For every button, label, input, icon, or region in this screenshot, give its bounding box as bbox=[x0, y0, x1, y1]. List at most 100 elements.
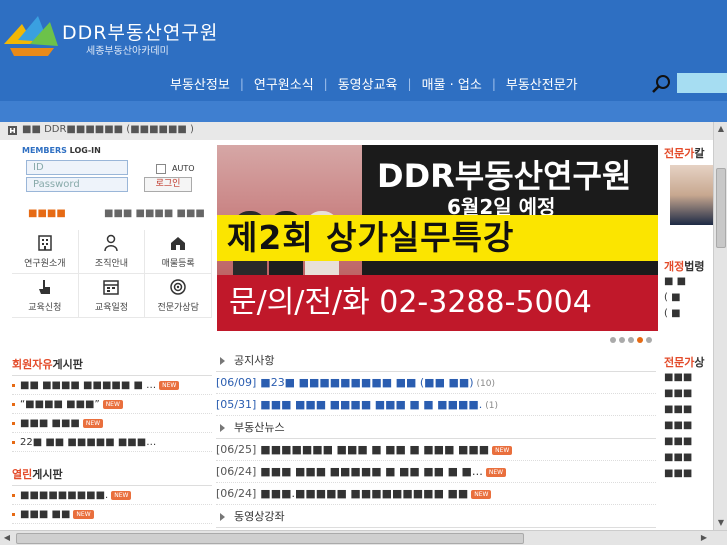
quick-item-organization[interactable]: 조직안내 bbox=[78, 230, 146, 274]
law-title-accent: 개정 bbox=[664, 260, 685, 273]
post-title: ■23■ ■■■■■■■■■ ■■ (■■ ■■) bbox=[260, 376, 474, 389]
site-title[interactable]: DDR부동산연구원 bbox=[62, 18, 218, 45]
table-row[interactable]: [06/24] ■■■.■■■■■ ■■■■■■■■■ ■■ NEW bbox=[216, 483, 656, 505]
consult-board-title[interactable]: 전문가상 bbox=[664, 354, 714, 370]
table-row[interactable]: [06/09] ■23■ ■■■■■■■■■ ■■ (■■ ■■) (10) bbox=[216, 372, 656, 394]
list-item[interactable]: ■■■ ■■ NEW bbox=[12, 505, 212, 524]
quick-label: 조직안내 bbox=[94, 259, 129, 269]
expert-title-accent: 전문가 bbox=[664, 147, 695, 160]
new-badge: NEW bbox=[111, 490, 132, 500]
banner-dot[interactable] bbox=[628, 337, 634, 343]
tab-first[interactable]: ■■■■ bbox=[28, 208, 66, 219]
banner-headline: 제2회 상가실무특강 bbox=[217, 215, 658, 261]
new-badge: NEW bbox=[492, 445, 513, 455]
free-board-title[interactable]: 회원자유게시판 bbox=[12, 356, 212, 376]
promo-banner[interactable]: DDR부동산연구원 6월2일 예정 제2회 상가실무특강 문/의/전/화 02-… bbox=[217, 145, 658, 331]
new-badge: NEW bbox=[471, 489, 492, 499]
table-row[interactable]: [06/24] ■■■ ■■■ ■■■■■ ■ ■■ ■■ ■ ■… NEW bbox=[216, 461, 656, 483]
house-icon bbox=[171, 237, 186, 250]
banner-dot[interactable] bbox=[619, 337, 625, 343]
logo-icon[interactable] bbox=[4, 14, 58, 56]
nav-item-institute-news[interactable]: 연구원소식 bbox=[244, 74, 324, 93]
new-badge: NEW bbox=[159, 380, 180, 390]
open-board-title[interactable]: 열린게시판 bbox=[12, 466, 212, 486]
quick-label: 교육일정 bbox=[94, 303, 129, 313]
list-item[interactable]: ■■■ bbox=[664, 370, 714, 386]
post-title: ■■■ ■■ bbox=[20, 509, 71, 520]
search-input[interactable] bbox=[677, 73, 727, 93]
list-item[interactable]: ■■■■■■■■■. NEW bbox=[12, 486, 212, 505]
list-item[interactable]: ■■ ■■■■ ■■■■■ ■ … NEW bbox=[12, 376, 212, 395]
nav-item-video-education[interactable]: 동영상교육 bbox=[328, 74, 408, 93]
location-text: ■■ DDR■■■■■■ (■■■■■■ ) bbox=[22, 124, 194, 135]
list-item[interactable]: 22■ ■■ ■■■■■ ■■■… bbox=[12, 433, 212, 452]
quick-menu: 연구원소개 조직안내 매물등록 교육신청 교육일정 전문가상담 bbox=[12, 230, 212, 318]
nav-item-realestate-info[interactable]: 부동산정보 bbox=[160, 74, 240, 93]
open-board-title-rest: 게시판 bbox=[32, 468, 63, 481]
list-item[interactable]: ( ■ bbox=[664, 306, 714, 322]
expert-column-title[interactable]: 전문가칼 bbox=[664, 145, 714, 161]
banner-dot[interactable] bbox=[610, 337, 616, 343]
quick-label: 전문가상담 bbox=[157, 303, 199, 313]
scroll-left-icon[interactable]: ◀ bbox=[0, 531, 14, 545]
quick-label: 교육신청 bbox=[28, 303, 62, 313]
tab-second[interactable]: ■■■ ■■■■ ■■■ bbox=[104, 208, 205, 219]
header-band bbox=[0, 101, 727, 122]
list-item[interactable]: ■■■ bbox=[664, 450, 714, 466]
nav-item-experts[interactable]: 부동산전문가 bbox=[496, 74, 588, 93]
quick-item-course-apply[interactable]: 교육신청 bbox=[12, 274, 79, 318]
pointer-icon bbox=[38, 280, 50, 294]
post-date: [06/25] bbox=[216, 443, 257, 456]
login-button[interactable]: 로그인 bbox=[144, 177, 192, 192]
login-box: MEMBERS LOG-IN ID Password AUTO 로그인 bbox=[8, 142, 212, 202]
table-row[interactable]: [05/31] ■■■ ■■■ ■■■■ ■■■ ■ ■ ■■■■. (1) bbox=[216, 394, 656, 416]
quick-tabs: ■■■■ ■■■ ■■■■ ■■■ bbox=[14, 204, 214, 224]
target-icon bbox=[170, 279, 186, 295]
list-item[interactable]: ■■■ bbox=[664, 418, 714, 434]
list-item[interactable]: ■■■ bbox=[664, 402, 714, 418]
scroll-down-icon[interactable]: ▼ bbox=[714, 516, 727, 530]
law-board-title[interactable]: 개정법령 bbox=[664, 258, 714, 274]
quick-item-course-schedule[interactable]: 교육일정 bbox=[78, 274, 146, 318]
quick-item-about[interactable]: 연구원소개 bbox=[12, 230, 79, 274]
quick-label: 매물등록 bbox=[161, 259, 195, 269]
auto-login-checkbox[interactable] bbox=[156, 164, 166, 174]
list-item[interactable]: “■■■■ ■■■” NEW bbox=[12, 395, 212, 414]
table-row[interactable]: [06/25] ■■■■■■■ ■■■ ■ ■■ ■ ■■■ ■■■ NEW bbox=[216, 439, 656, 461]
search-icon[interactable] bbox=[651, 74, 671, 94]
list-item[interactable]: ( ■ bbox=[664, 290, 714, 306]
quick-item-expert-consult[interactable]: 전문가상담 bbox=[145, 274, 212, 318]
news-title[interactable]: 부동산뉴스 bbox=[216, 417, 656, 439]
horizontal-scroll-thumb[interactable] bbox=[16, 533, 524, 544]
list-item[interactable]: ■■■ bbox=[664, 386, 714, 402]
nav-item-listings[interactable]: 매물 · 업소 bbox=[412, 74, 492, 93]
main-nav: 부동산정보 | 연구원소식 | 동영상교육 | 매물 · 업소 | 부동산전문가 bbox=[160, 74, 588, 94]
vertical-scroll-thumb[interactable] bbox=[716, 168, 726, 248]
expert-photo[interactable] bbox=[670, 165, 714, 225]
scroll-up-icon[interactable]: ▲ bbox=[714, 122, 727, 136]
consult-title-accent: 전문가 bbox=[664, 356, 695, 369]
law-title-rest: 법령 bbox=[684, 260, 705, 273]
list-item[interactable]: ■ ■ bbox=[664, 274, 714, 290]
list-item[interactable]: ■■■ bbox=[664, 434, 714, 450]
list-item[interactable]: ■■■ ■■■ NEW bbox=[12, 414, 212, 433]
notice-board: 공지사항 [06/09] ■23■ ■■■■■■■■■ ■■ (■■ ■■) (10… bbox=[216, 350, 656, 416]
list-item[interactable]: ■■■ bbox=[664, 466, 714, 482]
calendar-icon bbox=[103, 280, 120, 295]
banner-dot-active[interactable] bbox=[637, 337, 643, 343]
person-icon bbox=[104, 234, 119, 252]
banner-phone: 문/의/전/화 02-3288-5004 bbox=[217, 275, 658, 331]
scroll-right-icon[interactable]: ▶ bbox=[697, 531, 711, 545]
banner-dot[interactable] bbox=[646, 337, 652, 343]
id-field[interactable]: ID bbox=[26, 160, 128, 175]
quick-item-listing-register[interactable]: 매물등록 bbox=[145, 230, 212, 274]
site-subtitle: 세종부동산아카데미 bbox=[86, 46, 169, 57]
video-title[interactable]: 동영상강좌 bbox=[216, 506, 656, 528]
login-title-login: LOG-IN bbox=[66, 146, 101, 155]
home-icon[interactable] bbox=[8, 126, 17, 135]
vertical-scrollbar[interactable]: ▲ ▼ bbox=[713, 122, 727, 530]
notice-title[interactable]: 공지사항 bbox=[216, 350, 656, 372]
horizontal-scrollbar[interactable]: ◀ ▶ bbox=[0, 530, 727, 545]
banner-pager bbox=[610, 337, 652, 343]
password-field[interactable]: Password bbox=[26, 177, 128, 192]
